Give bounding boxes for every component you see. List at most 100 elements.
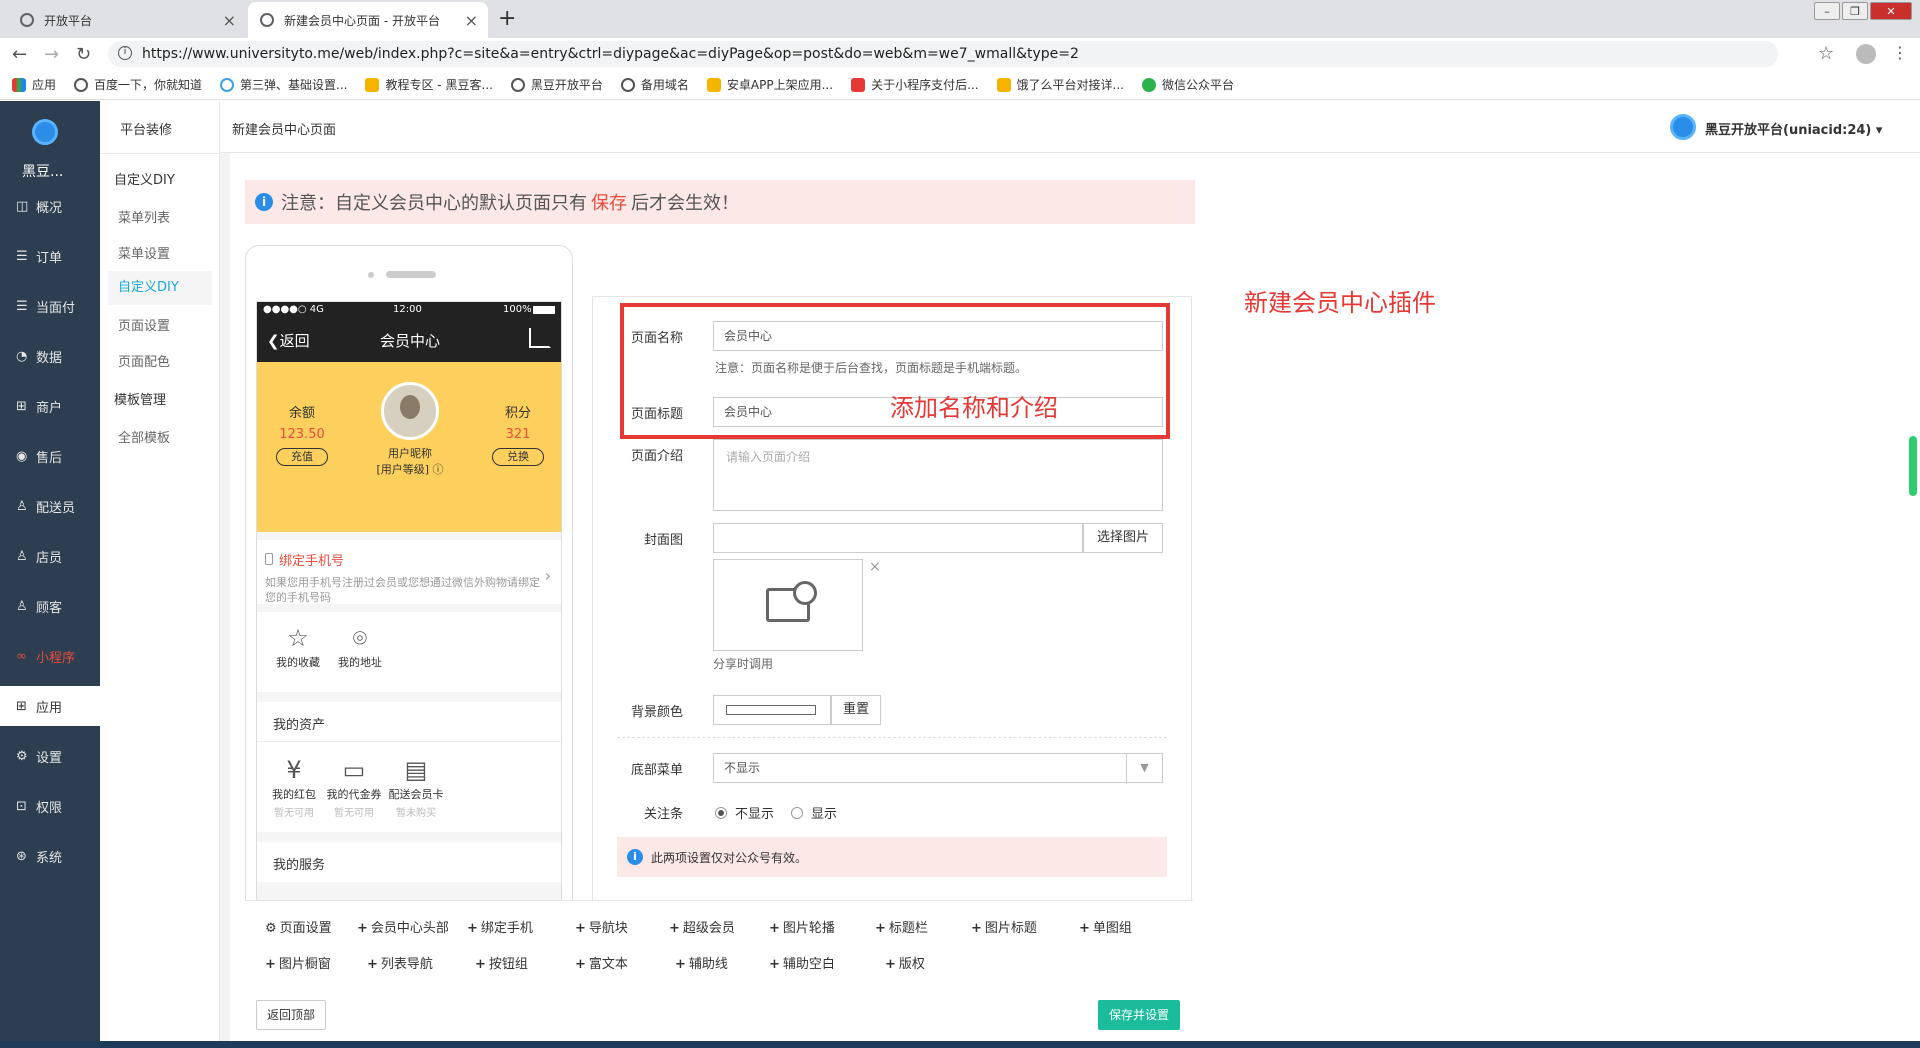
bookmark-item[interactable]: 备用域名 [620, 76, 689, 93]
bookmark-item[interactable]: 教程专区 - 黑豆客... [365, 76, 493, 93]
follow-bar-show-radio[interactable]: 显示 [791, 803, 837, 822]
component-copyright[interactable]: + 版权 [885, 953, 925, 972]
component-blank-space[interactable]: + 辅助空白 [769, 953, 835, 972]
user-icon: ♙ [16, 548, 28, 564]
component-image-showcase[interactable]: + 图片橱窗 [265, 953, 331, 972]
bookmark-item[interactable]: 第三弹、基础设置... [220, 76, 347, 93]
sidebar-item-mini-program[interactable]: ∞ 小程序 [0, 636, 100, 676]
bookmark-star-icon[interactable]: ☆ [1818, 43, 1834, 64]
globe-icon [510, 77, 525, 92]
component-rich-text[interactable]: + 富文本 [575, 953, 628, 972]
component-bind-phone[interactable]: + 绑定手机 [467, 917, 533, 936]
sidebar-item-data[interactable]: ◔ 数据 [0, 336, 100, 376]
info-icon[interactable]: i [118, 46, 132, 60]
menu-dots-icon[interactable]: ⋮ [1892, 43, 1908, 62]
scrollbar-thumb[interactable] [1909, 436, 1917, 496]
sidebar-item-after-sales[interactable]: ◉ 售后 [0, 436, 100, 476]
bookmark-item[interactable]: 饿了么平台对接详... [996, 76, 1124, 93]
reset-color-button[interactable]: 重置 [831, 695, 881, 725]
subnav-item-menu-list[interactable]: 菜单列表 [118, 207, 170, 226]
forward-arrow-icon[interactable]: → [44, 44, 59, 65]
share-icon[interactable] [529, 328, 551, 348]
sidebar-item-settings[interactable]: ⚙ 设置 [0, 736, 100, 776]
subnav-item-all-templates[interactable]: 全部模板 [118, 427, 170, 446]
tab-title: 开放平台 [44, 13, 93, 28]
bookmarks-bar: 应用 百度一下，你就知道 第三弹、基础设置... 教程专区 - 黑豆客... 黑… [0, 70, 1920, 100]
sidebar-item-overview[interactable]: ◫ 概况 [0, 186, 100, 226]
bg-color-label: 背景颜色 [630, 705, 683, 720]
grid-item-favorites[interactable]: ☆ 我的收藏 [263, 624, 333, 670]
cover-image-box[interactable] [713, 559, 863, 651]
phone-nav-bar: ❮返回 会员中心 [257, 318, 561, 362]
save-and-settings-button[interactable]: 保存并设置 [1098, 1000, 1180, 1030]
account-menu[interactable]: 黑豆开放平台(uniacid:24) ▾ [1705, 119, 1882, 138]
component-nav-block[interactable]: + 导航块 [575, 917, 628, 936]
back-arrow-icon[interactable]: ← [12, 44, 27, 65]
bookmark-item[interactable]: 安卓APP上架应用... [706, 76, 833, 93]
grid-item-voucher[interactable]: ▭ 我的代金券 暂无可用 [319, 756, 389, 819]
new-tab-icon[interactable]: + [498, 6, 516, 31]
component-image-title[interactable]: + 图片标题 [971, 917, 1037, 936]
grid-item-address[interactable]: ⌾ 我的地址 [325, 624, 395, 670]
bind-phone-block[interactable]: 绑定手机号 如果您用手机号注册过会员或您想通过微信外购物请绑定您的手机号码 › [257, 540, 561, 604]
sidebar-item-couriers[interactable]: ♙ 配送员 [0, 486, 100, 526]
sidebar-item-merchants[interactable]: ⊞ 商户 [0, 386, 100, 426]
reload-icon[interactable]: ↻ [76, 44, 91, 65]
subnav-item-page-settings[interactable]: 页面设置 [118, 315, 170, 334]
component-member-header[interactable]: + 会员中心头部 [357, 917, 449, 936]
bookmark-apps[interactable]: 应用 [12, 76, 56, 93]
component-guide-line[interactable]: + 辅助线 [675, 953, 728, 972]
minimize-icon[interactable]: – [1814, 2, 1840, 20]
restore-icon[interactable]: ❐ [1842, 2, 1868, 20]
divider [617, 737, 1167, 738]
sidebar-item-customers[interactable]: ♙ 顾客 [0, 586, 100, 626]
plus-icon: + [669, 921, 680, 936]
sidebar-item-orders[interactable]: ☰ 订单 [0, 236, 100, 276]
sidebar-item-clerks[interactable]: ♙ 店员 [0, 536, 100, 576]
plus-icon: + [467, 921, 478, 936]
page-intro-textarea[interactable]: 请输入页面介绍 [713, 439, 1163, 511]
bookmark-item[interactable]: 关于小程序支付后... [851, 76, 979, 93]
browser-tab-1[interactable]: 开放平台 × [8, 2, 246, 38]
sidebar-item-face-pay[interactable]: ☰ 当面付 [0, 286, 100, 326]
phone-screen[interactable]: ●●●●○ 4G 12:00 100% ❮返回 会员中心 余额 123.50 充… [256, 301, 562, 904]
profile-avatar-icon[interactable] [1856, 44, 1876, 64]
back-to-top-button[interactable]: 返回顶部 [256, 1000, 326, 1030]
window-close-icon[interactable]: ✕ [1870, 2, 1912, 20]
member-header-block[interactable]: 余额 123.50 充值 用户昵称 [用户等级] ⓘ 积分 321 兑换 [257, 362, 561, 532]
sidebar-item-system[interactable]: ⊛ 系统 [0, 836, 100, 876]
bookmark-item[interactable]: 微信公众平台 [1141, 76, 1234, 93]
globe-icon [20, 13, 34, 27]
bottom-menu-select[interactable]: 不显示 ▼ [713, 753, 1163, 784]
sidebar-item-apps[interactable]: ⊞ 应用 [0, 686, 100, 726]
subnav-item-menu-settings[interactable]: 菜单设置 [118, 243, 170, 262]
close-icon[interactable]: × [223, 11, 236, 30]
component-page-settings[interactable]: ⚙ 页面设置 [265, 917, 332, 936]
cover-url-input[interactable] [713, 523, 1083, 553]
bg-color-picker[interactable] [713, 695, 831, 725]
remove-image-icon[interactable]: × [869, 559, 881, 575]
component-title-bar[interactable]: + 标题栏 [875, 917, 928, 936]
plus-icon: + [885, 957, 896, 972]
subnav-item-custom-diy[interactable]: 自定义DIY [108, 271, 212, 305]
bookmark-item[interactable]: 黑豆开放平台 [510, 76, 603, 93]
gear-icon: ⚙ [16, 748, 28, 764]
plus-icon: + [575, 921, 586, 936]
component-super-member[interactable]: + 超级会员 [669, 917, 735, 936]
browser-tab-2[interactable]: 新建会员中心页面 - 开放平台 × [248, 2, 488, 38]
subnav-item-page-colors[interactable]: 页面配色 [118, 351, 170, 370]
exchange-button[interactable]: 兑换 [492, 448, 544, 466]
grid-item-member-card[interactable]: ▤ 配送会员卡 暂未购买 [381, 756, 451, 819]
close-icon[interactable]: × [465, 11, 478, 30]
component-button-group[interactable]: + 按钮组 [475, 953, 528, 972]
plus-icon: + [475, 957, 486, 972]
bookmark-item[interactable]: 百度一下，你就知道 [74, 76, 202, 93]
component-single-image-group[interactable]: + 单图组 [1079, 917, 1132, 936]
sidebar-item-permissions[interactable]: ⊡ 权限 [0, 786, 100, 826]
component-image-carousel[interactable]: + 图片轮播 [769, 917, 835, 936]
component-list-nav[interactable]: + 列表导航 [367, 953, 433, 972]
follow-bar-hide-radio[interactable]: 不显示 [715, 803, 774, 822]
gear-icon: ⚙ [265, 921, 277, 936]
select-image-button[interactable]: 选择图片 [1083, 523, 1163, 553]
url-input[interactable]: i https://www.universityto.me/web/index.… [108, 41, 1778, 67]
